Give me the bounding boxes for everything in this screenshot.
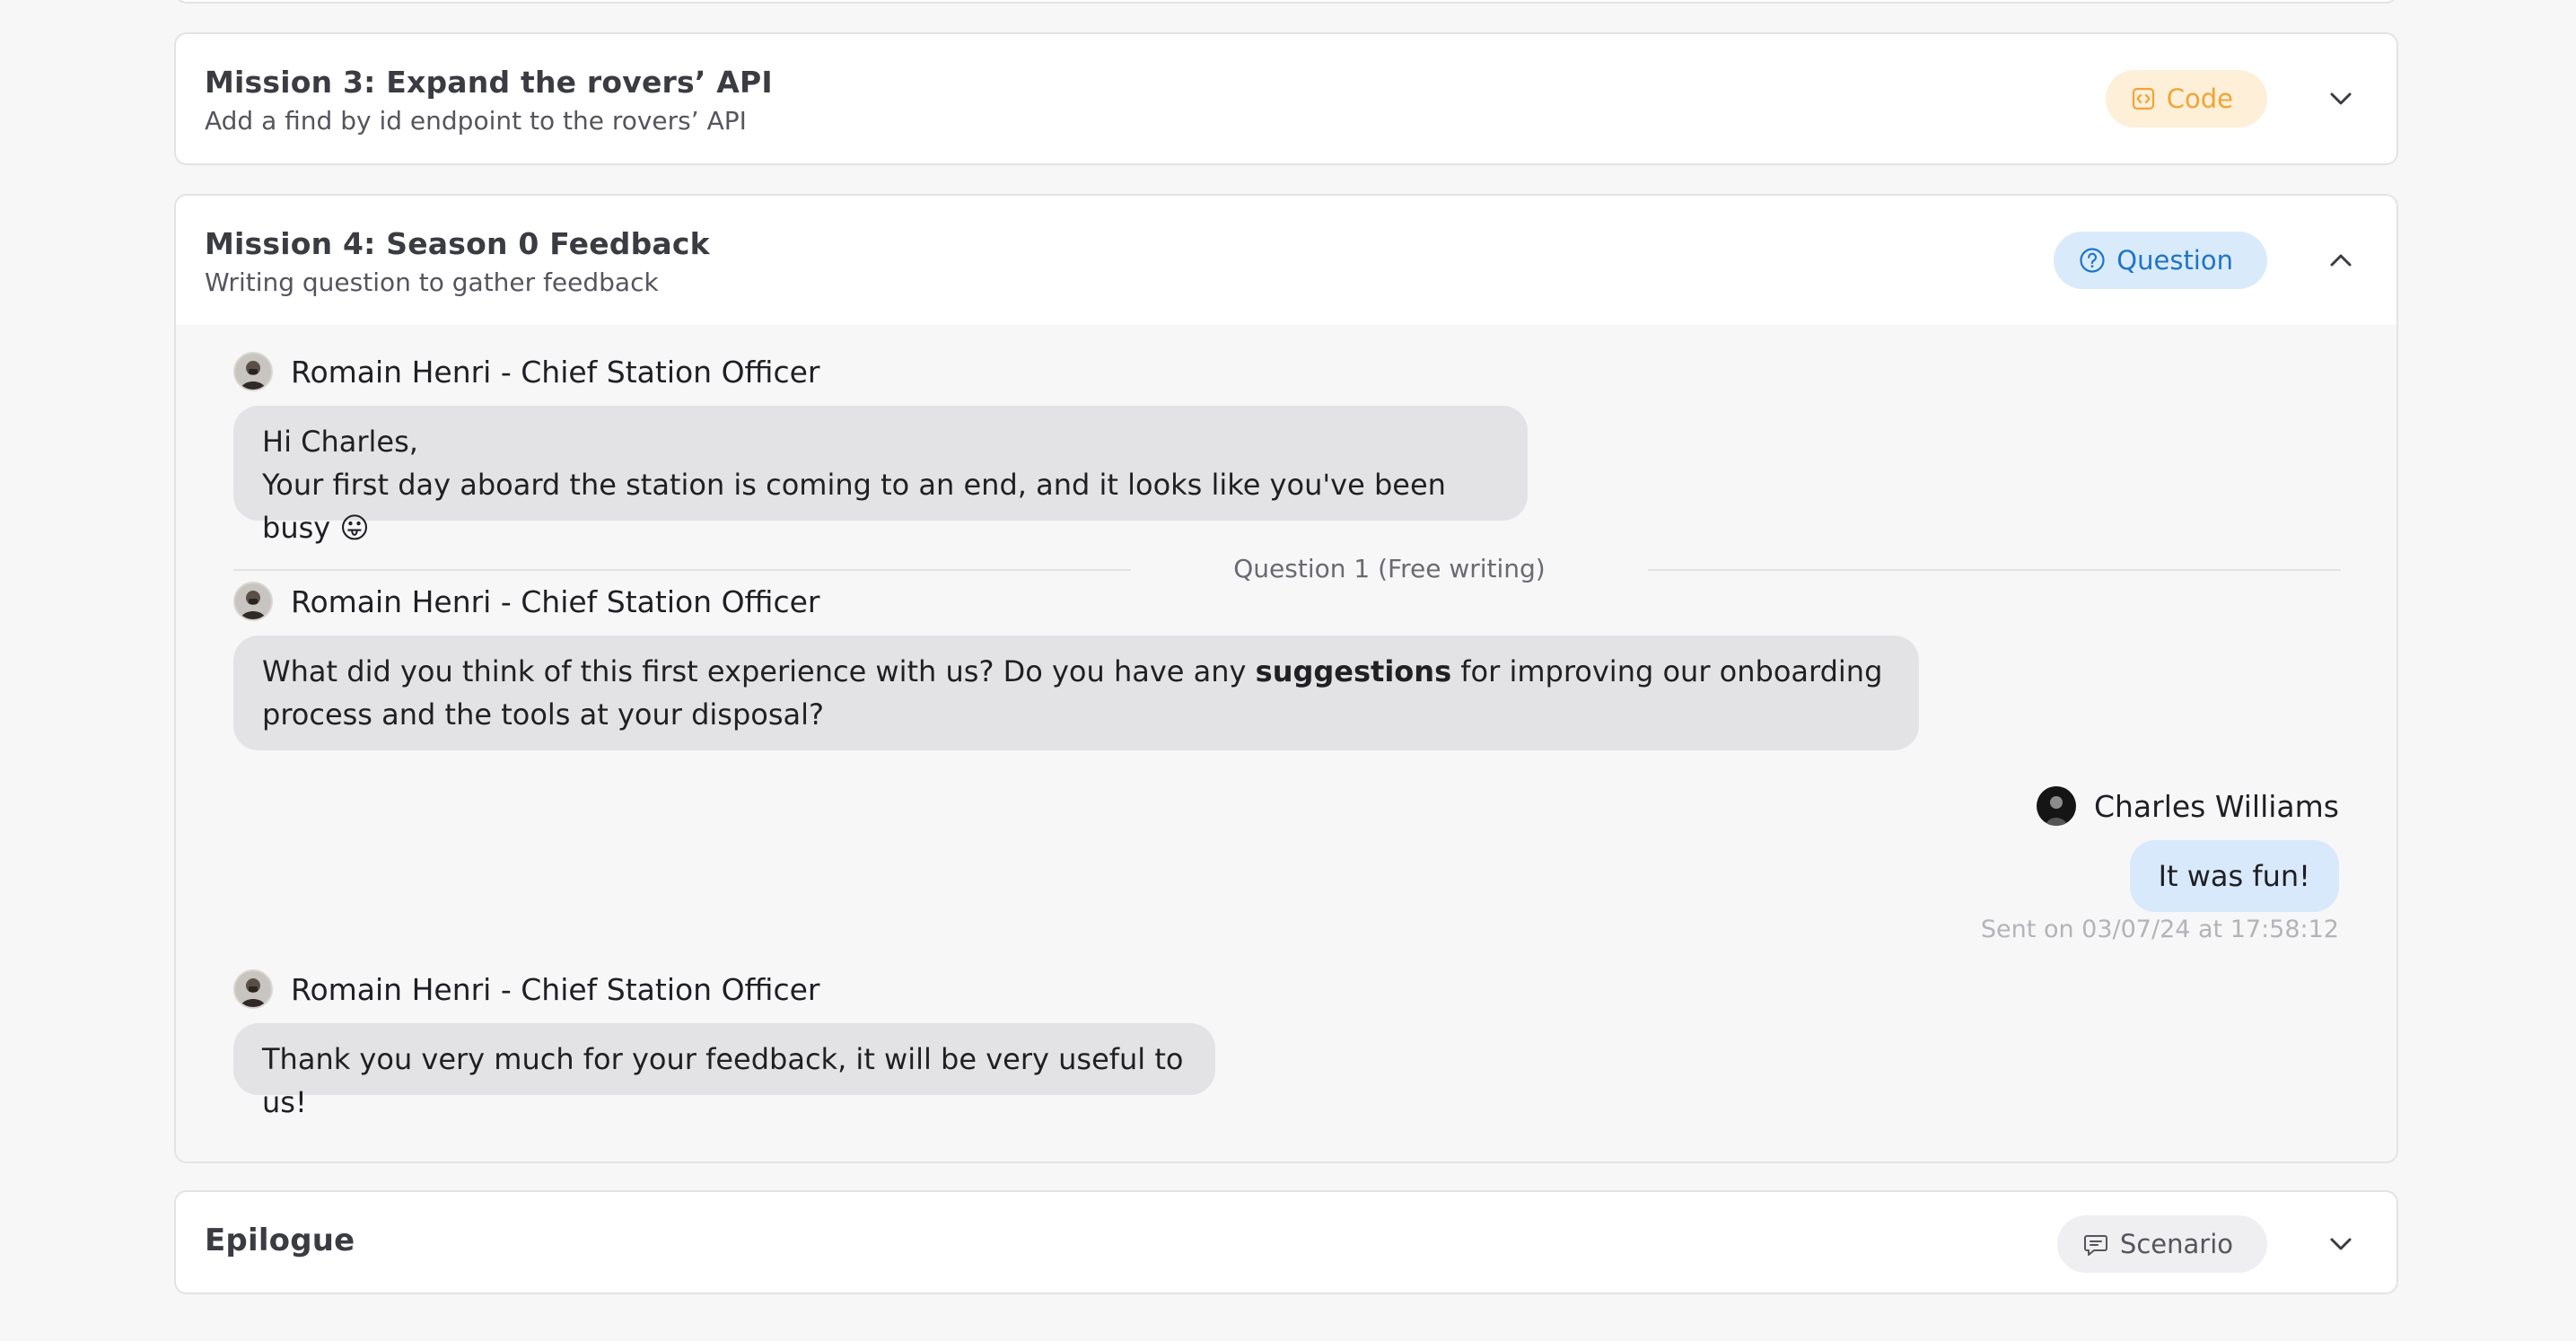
message-text-bold: suggestions	[1255, 654, 1452, 688]
message-bubble: Thank you very much for your feedback, i…	[233, 1023, 1215, 1119]
message-line: Your first day aboard the station is com…	[262, 468, 1446, 545]
message-text: It was fun!	[2158, 859, 2310, 893]
avatar	[233, 969, 273, 1009]
message-sender: Romain Henri - Chief Station Officer	[233, 582, 819, 621]
divider	[233, 569, 1131, 571]
message-sender: Charles Williams	[2036, 786, 2339, 826]
message-bubble: What did you think of this first experie…	[233, 635, 1919, 750]
chevron-up-icon[interactable]	[2323, 242, 2359, 278]
chevron-down-icon[interactable]	[2323, 1226, 2359, 1262]
mission-header[interactable]: Epilogue Scenario	[176, 1192, 2396, 1321]
tag-label: Scenario	[2119, 1229, 2233, 1259]
scenario-tag: Scenario	[2056, 1215, 2267, 1273]
user-message-bubble: It was fun!	[2129, 840, 2339, 912]
sent-timestamp: Sent on 03/07/24 at 17:58:12	[1980, 916, 2339, 943]
mission-card-4: Mission 4: Season 0 Feedback Writing que…	[174, 194, 2398, 1163]
message-sender: Romain Henri - Chief Station Officer	[233, 352, 819, 391]
mission-card-3[interactable]: Mission 3: Expand the rovers’ API Add a …	[174, 32, 2398, 165]
mission-subtitle: Writing question to gather feedback	[205, 267, 659, 297]
sender-name: Romain Henri - Chief Station Officer	[291, 583, 820, 619]
divider	[1648, 569, 2341, 571]
mission-header[interactable]: Mission 3: Expand the rovers’ API Add a …	[176, 34, 2396, 163]
avatar	[2036, 786, 2076, 826]
avatar	[233, 582, 273, 621]
mission-title: Epilogue	[205, 1223, 355, 1258]
avatar	[233, 352, 273, 391]
code-tag: Code	[2105, 70, 2267, 127]
mission-subtitle: Add a find by id endpoint to the rovers’…	[205, 106, 747, 136]
sender-name: Romain Henri - Chief Station Officer	[291, 971, 820, 1007]
message-text: What did you think of this first experie…	[262, 654, 1256, 688]
code-icon	[2132, 87, 2154, 110]
mission-title: Mission 4: Season 0 Feedback	[205, 226, 710, 261]
chevron-down-icon[interactable]	[2323, 81, 2359, 117]
sender-name: Romain Henri - Chief Station Officer	[291, 354, 820, 390]
tag-label: Question	[2116, 245, 2233, 276]
mission-title: Mission 3: Expand the rovers’ API	[205, 65, 773, 100]
tag-label: Code	[2166, 83, 2233, 114]
message-sender: Romain Henri - Chief Station Officer	[233, 969, 819, 1009]
message-bubble: Hi Charles, Your first day aboard the st…	[233, 406, 1528, 545]
epilogue-card[interactable]: Epilogue Scenario	[174, 1190, 2398, 1294]
question-circle-icon	[2080, 248, 2105, 273]
question-divider-label: Question 1 (Free writing)	[1233, 554, 1546, 583]
sender-name: Charles Williams	[2093, 788, 2339, 824]
question-tag: Question	[2054, 232, 2267, 289]
previous-mission-card[interactable]	[174, 0, 2398, 4]
message-text: Thank you very much for your feedback, i…	[262, 1042, 1184, 1119]
message-line: Hi Charles,	[262, 425, 418, 459]
conversation-panel: Romain Henri - Chief Station Officer Hi …	[176, 325, 2396, 1161]
mission-header[interactable]: Mission 4: Season 0 Feedback Writing que…	[176, 196, 2396, 327]
chat-bubble-icon	[2083, 1235, 2107, 1256]
